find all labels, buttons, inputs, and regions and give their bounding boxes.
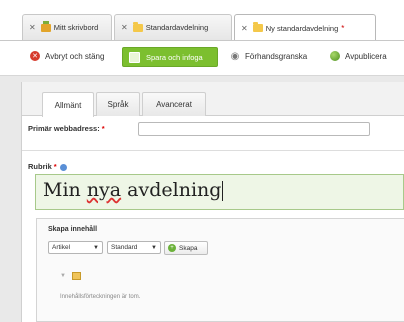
document-tabstrip: ✕ Mitt skrivbord ✕ Standardavdelning ✕ N…	[0, 0, 404, 41]
save-icon	[129, 51, 140, 63]
cancel-icon: ✕	[30, 51, 40, 61]
create-content-section	[36, 218, 404, 322]
primary-url-input[interactable]	[138, 122, 370, 136]
eye-icon: ◉	[230, 50, 240, 62]
desktop-icon	[40, 20, 51, 32]
tab-sprak[interactable]: Språk	[96, 92, 140, 116]
close-icon[interactable]: ✕	[121, 23, 128, 32]
info-icon[interactable]	[59, 163, 67, 171]
close-icon[interactable]: ✕	[241, 24, 248, 33]
template-select[interactable]: Standard ▼	[107, 241, 161, 254]
tab-label: Mitt skrivbord	[53, 23, 99, 32]
text-caret	[222, 181, 224, 201]
content-type-select[interactable]: Artikel ▼	[48, 241, 103, 254]
unpublish-button[interactable]: Avpublicera	[330, 51, 387, 61]
calendar-icon	[71, 272, 81, 280]
divider	[22, 150, 404, 151]
create-button[interactable]: + Skapa	[164, 241, 208, 255]
required-marker: *	[53, 162, 57, 171]
folder-icon	[252, 22, 263, 32]
cancel-and-close-button[interactable]: ✕ Avbryt och stäng	[30, 51, 104, 61]
content-tree-root[interactable]: ▼	[60, 272, 81, 280]
folder-icon	[132, 21, 143, 32]
tab-avancerat[interactable]: Avancerat	[142, 92, 206, 116]
unpublish-label: Avpublicera	[345, 51, 387, 61]
save-and-insert-button[interactable]: Spara och infoga	[122, 47, 218, 67]
expand-arrow-icon[interactable]: ▼	[60, 273, 66, 279]
primary-url-label: Primär webbadress: *	[28, 124, 105, 133]
toolbar: ✕ Avbryt och stäng Spara och infoga ◉ Fö…	[0, 41, 404, 75]
preview-label: Förhandsgranska	[245, 51, 308, 61]
empty-toc-message: Innehållsförteckningen är tom.	[60, 294, 141, 300]
tab-label: Standardavdelning	[145, 23, 209, 32]
misspelled-word: nya	[86, 179, 122, 201]
dropdown-arrow-icon: ▼	[151, 244, 157, 251]
dropdown-arrow-icon: ▼	[93, 244, 99, 251]
save-label: Spara och infoga	[146, 52, 203, 62]
tab-mitt-skrivbord[interactable]: ✕ Mitt skrivbord	[22, 14, 112, 40]
tab-standardavdelning[interactable]: ✕ Standardavdelning	[114, 14, 232, 40]
cancel-label: Avbryt och stäng	[45, 51, 105, 61]
panel-tabstrip: Allmänt Språk Avancerat	[22, 82, 404, 117]
tab-ny-standardavdelning[interactable]: ✕ Ny standardavdelning *	[234, 14, 376, 41]
globe-icon	[330, 51, 340, 61]
unsaved-marker: *	[341, 23, 345, 33]
plus-icon: +	[168, 244, 176, 252]
required-marker: *	[101, 124, 105, 133]
tab-allmant[interactable]: Allmänt	[42, 92, 94, 117]
create-content-heading: Skapa innehåll	[48, 226, 98, 233]
tab-label: Ny standardavdelning	[265, 23, 339, 33]
title-input[interactable]: Min nya avdelning	[35, 174, 404, 210]
title-label: Rubrik *	[28, 162, 67, 171]
preview-button[interactable]: ◉ Förhandsgranska	[230, 50, 308, 62]
close-icon[interactable]: ✕	[29, 23, 36, 32]
